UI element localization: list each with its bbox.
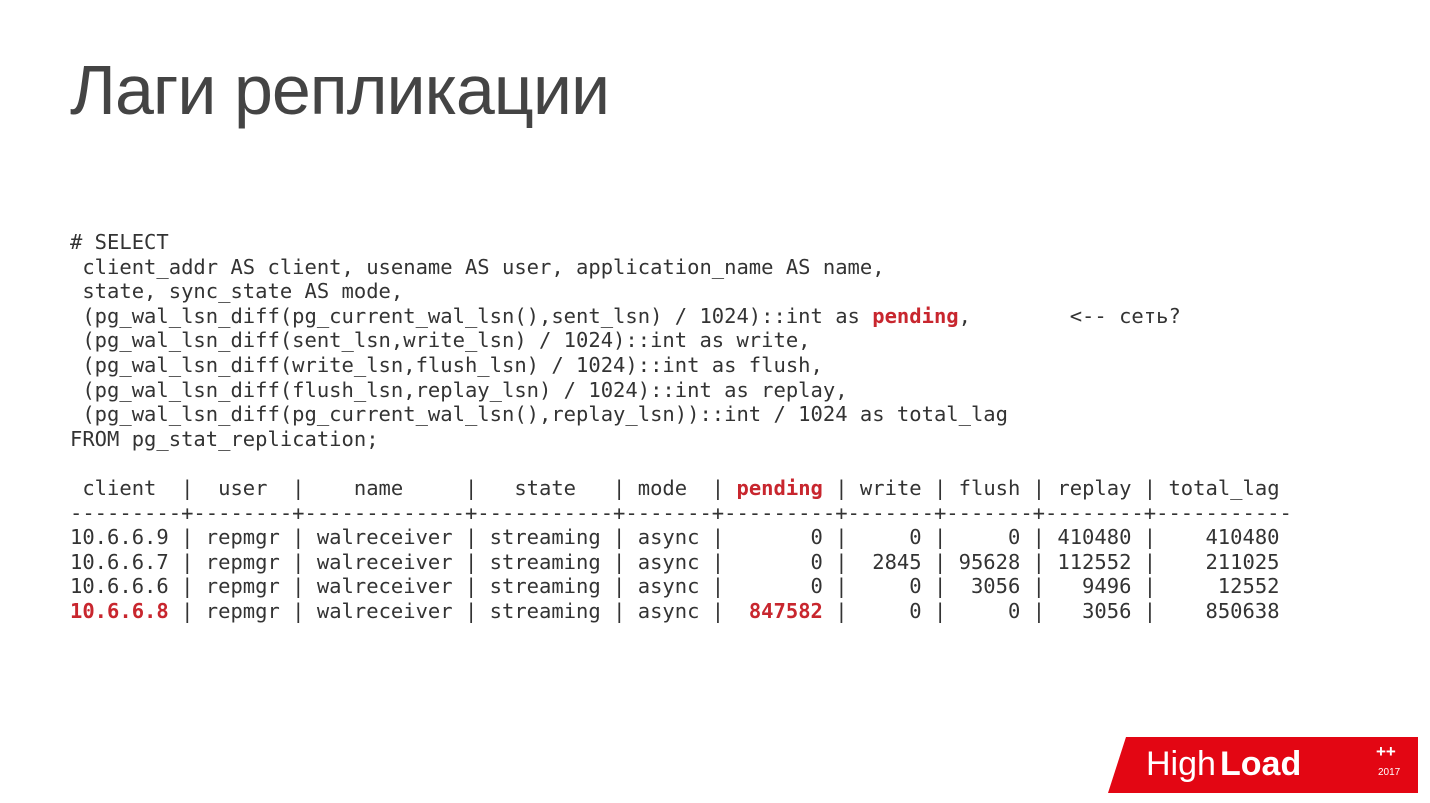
- code-line: state, sync_state AS mode,: [70, 279, 403, 303]
- logo-load: Load: [1220, 745, 1301, 783]
- table-separator: ---------+--------+-------------+-------…: [70, 501, 1292, 525]
- table-header: client | user | name | state | mode |: [70, 476, 736, 500]
- highlight-pending: pending: [872, 304, 958, 328]
- table-row: 10.6.6.7 | repmgr | walreceiver | stream…: [70, 550, 1280, 574]
- code-line: FROM pg_stat_replication;: [70, 427, 379, 451]
- sql-block: # SELECT client_addr AS client, usename …: [70, 230, 1360, 624]
- code-line: , <-- сеть?: [959, 304, 1181, 328]
- code-line: (pg_wal_lsn_diff(pg_current_wal_lsn(),se…: [70, 304, 872, 328]
- code-line: # SELECT: [70, 230, 169, 254]
- code-line: [70, 451, 82, 475]
- code-line: (pg_wal_lsn_diff(write_lsn,flush_lsn) / …: [70, 353, 823, 377]
- table-row: 10.6.6.9 | repmgr | walreceiver | stream…: [70, 525, 1280, 549]
- code-line: (pg_wal_lsn_diff(pg_current_wal_lsn(),re…: [70, 402, 1008, 426]
- highlight-client: 10.6.6.8: [70, 599, 169, 623]
- logo-plus: ++: [1376, 742, 1396, 761]
- code-line: (pg_wal_lsn_diff(flush_lsn,replay_lsn) /…: [70, 378, 848, 402]
- table-row: 10.6.6.6 | repmgr | walreceiver | stream…: [70, 574, 1280, 598]
- highload-logo: High Load ++ 2017: [1108, 729, 1418, 793]
- code-line: client_addr AS client, usename AS user, …: [70, 255, 885, 279]
- logo-year: 2017: [1378, 767, 1401, 778]
- table-row: | 0 | 0 | 3056 | 850638: [823, 599, 1280, 623]
- highlight-pending-value: 847582: [749, 599, 823, 623]
- page-title: Лаги репликации: [70, 50, 1360, 130]
- table-header: | write | flush | replay | total_lag: [823, 476, 1280, 500]
- code-line: (pg_wal_lsn_diff(sent_lsn,write_lsn) / 1…: [70, 328, 811, 352]
- slide: Лаги репликации # SELECT client_addr AS …: [0, 0, 1430, 803]
- table-row: | repmgr | walreceiver | streaming | asy…: [169, 599, 749, 623]
- highlight-pending-header: pending: [736, 476, 822, 500]
- logo-high: High: [1146, 745, 1216, 783]
